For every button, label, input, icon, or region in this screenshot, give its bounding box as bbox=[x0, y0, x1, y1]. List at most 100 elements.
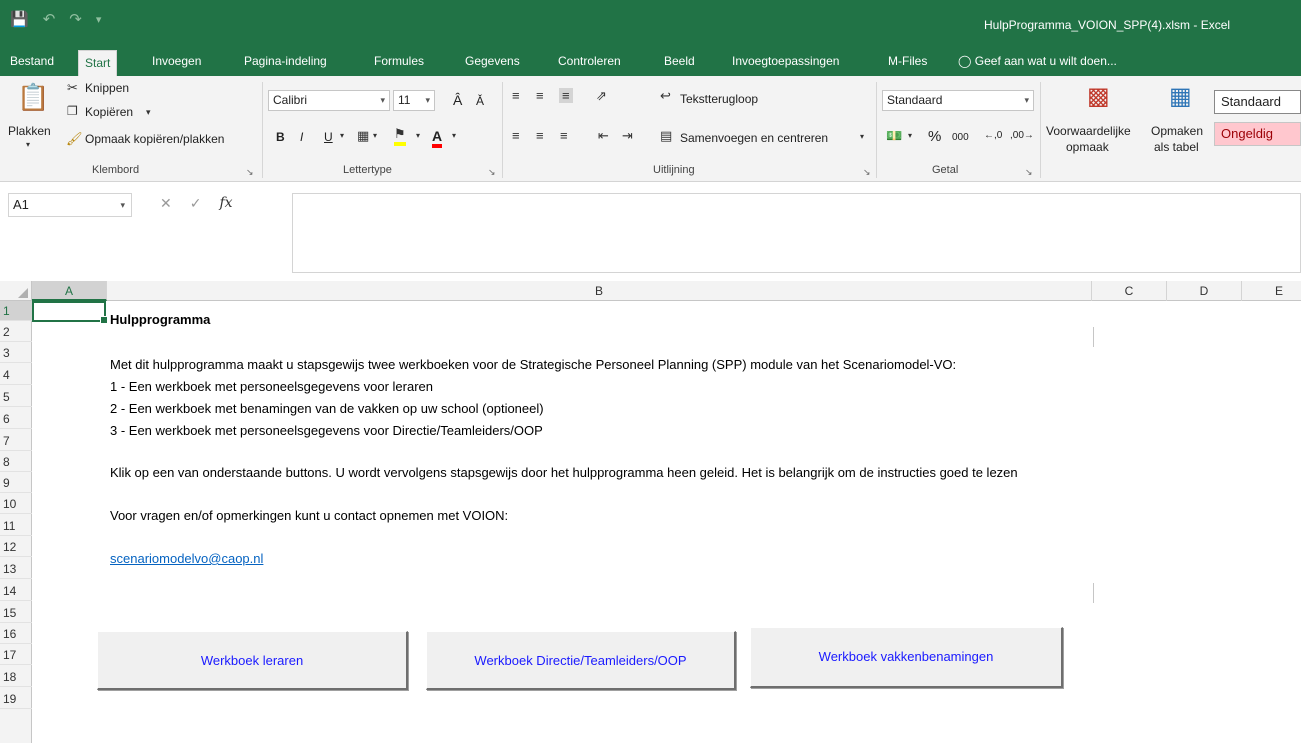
orientation-icon[interactable]: ⇗ bbox=[596, 88, 607, 104]
werkboek-leraren-button[interactable]: Werkboek leraren bbox=[97, 631, 408, 690]
align-left-icon[interactable]: ≡ bbox=[512, 128, 520, 143]
tab-controleren[interactable]: Controleren bbox=[552, 48, 627, 76]
merge-center-button[interactable]: Samenvoegen en centreren bbox=[680, 131, 828, 145]
row-header[interactable]: 12 bbox=[0, 537, 32, 557]
shrink-font-button[interactable]: Ǎ bbox=[476, 94, 484, 108]
cell-b5[interactable]: 2 - Een werkboek met benamingen van de v… bbox=[110, 401, 544, 416]
cancel-icon[interactable]: ✕ bbox=[160, 195, 172, 212]
werkboek-vakken-button[interactable]: Werkboek vakkenbenamingen bbox=[750, 627, 1063, 688]
active-cell-a1[interactable] bbox=[32, 301, 108, 324]
row-header[interactable]: 18 bbox=[0, 667, 32, 687]
column-header-b[interactable]: B bbox=[107, 281, 1092, 301]
merge-icon[interactable]: ▤ bbox=[660, 128, 672, 144]
redo-icon[interactable]: ↷ bbox=[69, 10, 82, 28]
increase-decimal-button[interactable]: ←,0 bbox=[984, 130, 1002, 141]
tab-start[interactable]: Start bbox=[78, 50, 118, 76]
currency-icon[interactable]: 💵 bbox=[886, 128, 902, 144]
copy-dropdown-icon[interactable]: ▾ bbox=[146, 107, 151, 118]
number-launcher-icon[interactable]: ↘ bbox=[1025, 167, 1033, 178]
enter-icon[interactable]: ✓ bbox=[190, 195, 202, 212]
paste-button[interactable]: Plakken bbox=[8, 124, 51, 138]
align-bottom-icon[interactable]: ≡ bbox=[559, 88, 573, 103]
fill-dropdown-icon[interactable]: ▾ bbox=[416, 131, 420, 140]
paste-icon[interactable]: 📋 bbox=[17, 82, 49, 113]
font-color-dropdown-icon[interactable]: ▾ bbox=[452, 131, 456, 140]
format-as-table-icon[interactable]: ▦ bbox=[1169, 82, 1192, 111]
tab-gegevens[interactable]: Gegevens bbox=[459, 48, 526, 76]
font-name-field[interactable]: Calibri ▾ bbox=[268, 90, 390, 111]
wrap-text-icon[interactable]: ↩ bbox=[660, 88, 671, 104]
font-size-field[interactable]: 11 ▾ bbox=[393, 90, 435, 111]
row-header[interactable]: 15 bbox=[0, 603, 32, 623]
percent-button[interactable]: % bbox=[928, 128, 941, 145]
name-box[interactable]: A1 ▾ bbox=[8, 193, 132, 217]
sheet-grid[interactable]: Hulpprogramma Met dit hulpprogramma maak… bbox=[32, 301, 1301, 743]
customize-qat-icon[interactable]: ▾ bbox=[96, 13, 102, 26]
row-header[interactable]: 10 bbox=[0, 494, 32, 514]
number-format-field[interactable]: Standaard ▾ bbox=[882, 90, 1034, 111]
style-normal[interactable]: Standaard bbox=[1214, 90, 1301, 114]
font-launcher-icon[interactable]: ↘ bbox=[488, 167, 496, 178]
column-header-a[interactable]: A bbox=[32, 281, 107, 301]
row-header[interactable]: 5 bbox=[0, 387, 32, 407]
align-middle-icon[interactable]: ≡ bbox=[536, 88, 544, 103]
tell-me-box[interactable]: ◯ Geef aan wat u wilt doen... bbox=[952, 48, 1123, 76]
fill-color-icon[interactable]: ⚑ bbox=[394, 126, 406, 146]
cell-b4[interactable]: 1 - Een werkboek met personeelsgegevens … bbox=[110, 379, 433, 394]
style-bad[interactable]: Ongeldig bbox=[1214, 122, 1301, 146]
tab-beeld[interactable]: Beeld bbox=[658, 48, 701, 76]
copy-icon[interactable]: ❐ bbox=[67, 104, 78, 118]
tab-formules[interactable]: Formules bbox=[368, 48, 430, 76]
format-painter-icon[interactable]: 🖌 bbox=[66, 131, 83, 147]
row-header[interactable]: 13 bbox=[0, 559, 32, 579]
format-as-table-button[interactable]: Opmaken bbox=[1151, 124, 1203, 138]
row-header[interactable]: 2 bbox=[0, 322, 32, 342]
row-header[interactable]: 14 bbox=[0, 581, 32, 601]
increase-indent-icon[interactable]: ⇥ bbox=[622, 128, 633, 144]
decrease-decimal-button[interactable]: ,00→ bbox=[1010, 130, 1034, 141]
format-painter-button[interactable]: Opmaak kopiëren/plakken bbox=[85, 132, 224, 146]
tab-pagina-indeling[interactable]: Pagina-indeling bbox=[238, 48, 333, 76]
row-header[interactable]: 1 bbox=[0, 301, 32, 321]
insert-function-button[interactable]: fx bbox=[219, 195, 232, 212]
cell-b6[interactable]: 3 - Een werkboek met personeelsgegevens … bbox=[110, 423, 543, 438]
currency-dropdown-icon[interactable]: ▾ bbox=[908, 131, 912, 140]
undo-icon[interactable]: ↶ bbox=[43, 10, 56, 28]
paste-dropdown-icon[interactable]: ▾ bbox=[26, 140, 30, 149]
select-all-button[interactable] bbox=[0, 281, 32, 301]
tab-bestand[interactable]: Bestand bbox=[4, 48, 60, 76]
align-center-icon[interactable]: ≡ bbox=[536, 128, 544, 143]
align-right-icon[interactable]: ≡ bbox=[560, 128, 568, 143]
row-header[interactable]: 11 bbox=[0, 516, 32, 536]
email-link[interactable]: scenariomodelvo@caop.nl bbox=[110, 551, 263, 566]
conditional-formatting-button[interactable]: Voorwaardelijke bbox=[1046, 124, 1131, 138]
row-header[interactable]: 7 bbox=[0, 431, 32, 451]
row-header[interactable]: 17 bbox=[0, 645, 32, 665]
underline-dropdown-icon[interactable]: ▾ bbox=[340, 131, 344, 140]
italic-button[interactable]: I bbox=[300, 130, 303, 144]
cell-b8[interactable]: Klik op een van onderstaande buttons. U … bbox=[110, 465, 1018, 480]
align-top-icon[interactable]: ≡ bbox=[512, 88, 520, 103]
copy-button[interactable]: Kopiëren bbox=[85, 105, 133, 119]
cell-b10[interactable]: Voor vragen en/of opmerkingen kunt u con… bbox=[110, 508, 508, 523]
cell-b3[interactable]: Met dit hulpprogramma maakt u stapsgewij… bbox=[110, 357, 956, 372]
thousands-button[interactable]: 000 bbox=[952, 132, 969, 143]
conditional-formatting-icon[interactable]: ▩ bbox=[1087, 82, 1110, 111]
bold-button[interactable]: B bbox=[276, 130, 285, 144]
borders-dropdown-icon[interactable]: ▾ bbox=[373, 131, 377, 140]
row-header[interactable]: 4 bbox=[0, 365, 32, 385]
formula-input[interactable] bbox=[292, 193, 1301, 273]
row-header[interactable]: 3 bbox=[0, 343, 32, 363]
cell-b1[interactable]: Hulpprogramma bbox=[110, 312, 210, 327]
tab-invoegen[interactable]: Invoegen bbox=[146, 48, 207, 76]
tab-m-files[interactable]: M-Files bbox=[882, 48, 933, 76]
font-color-button[interactable]: A bbox=[432, 128, 443, 148]
wrap-text-button[interactable]: Tekstterugloop bbox=[680, 92, 758, 106]
tab-invoegtoepassingen[interactable]: Invoegtoepassingen bbox=[726, 48, 845, 76]
alignment-launcher-icon[interactable]: ↘ bbox=[863, 167, 871, 178]
row-header[interactable]: 19 bbox=[0, 689, 32, 709]
borders-icon[interactable]: ▦ bbox=[357, 128, 369, 144]
save-icon[interactable]: 💾 bbox=[10, 10, 29, 28]
werkboek-directie-button[interactable]: Werkboek Directie/Teamleiders/OOP bbox=[426, 631, 736, 690]
column-header-d[interactable]: D bbox=[1167, 281, 1242, 301]
